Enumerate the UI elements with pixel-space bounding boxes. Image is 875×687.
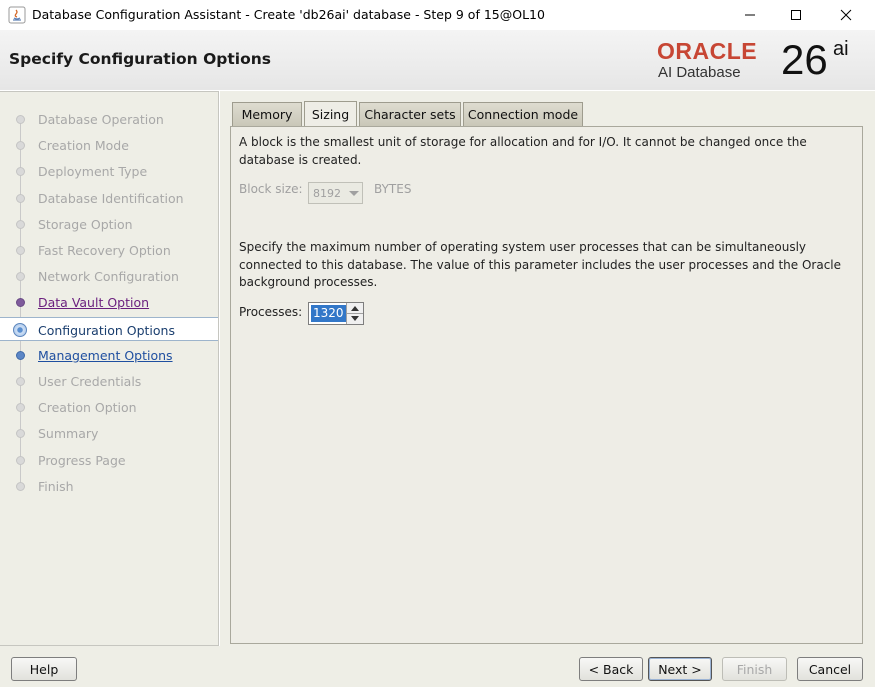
step-indicator-icon xyxy=(16,455,25,465)
maximize-icon xyxy=(791,10,801,20)
step-indicator-icon xyxy=(16,403,25,413)
tab-character-sets[interactable]: Character sets xyxy=(359,102,461,126)
cancel-button[interactable]: Cancel xyxy=(797,657,863,681)
close-icon xyxy=(840,9,852,21)
sizing-panel: A block is the smallest unit of storage … xyxy=(230,126,863,644)
page-header: Specify Configuration Options ORACLE AI … xyxy=(0,30,875,90)
logo-version-sup: ai xyxy=(833,38,849,60)
next-label: Next > xyxy=(658,661,702,677)
processes-spinner[interactable]: 1320 xyxy=(308,302,364,325)
block-size-description: A block is the smallest unit of storage … xyxy=(239,135,807,167)
step-creation-mode: Creation Mode xyxy=(0,133,218,157)
tab-memory[interactable]: Memory xyxy=(232,102,302,126)
help-label: Help xyxy=(29,661,59,677)
step-label: Creation Option xyxy=(38,400,137,416)
tab-character-sets-label: Character sets xyxy=(364,107,456,122)
step-label: User Credentials xyxy=(38,374,142,389)
step-indicator-icon xyxy=(16,141,25,151)
help-button[interactable]: Help xyxy=(11,657,77,681)
processes-description: Specify the maximum number of operating … xyxy=(239,240,842,289)
step-label: Data Vault Option xyxy=(38,295,150,311)
spinner-buttons xyxy=(346,303,363,324)
step-label: Deployment Type xyxy=(38,164,148,180)
step-summary: Summary xyxy=(0,421,218,445)
oracle-logo: ORACLE AI Database 26 ai xyxy=(657,38,867,86)
step-indicator-icon xyxy=(16,350,25,360)
step-creation-option: Creation Option xyxy=(0,395,218,419)
step-network-configuration: Network Configuration xyxy=(0,264,218,288)
step-fast-recovery-option: Fast Recovery Option xyxy=(0,238,218,262)
step-label: Management Options xyxy=(38,347,173,363)
block-size-unit: BYTES xyxy=(374,182,412,196)
finish-button: Finish xyxy=(722,657,787,681)
block-size-select: 8192 xyxy=(308,182,363,204)
logo-version: 26 xyxy=(781,36,828,83)
step-data-vault-option[interactable]: Data Vault Option xyxy=(0,290,218,314)
step-database-identification: Database Identification xyxy=(0,186,218,210)
step-indicator-icon xyxy=(16,167,25,177)
step-label: Storage Option xyxy=(38,216,133,232)
back-label: < Back xyxy=(588,661,634,677)
step-management-options[interactable]: Management Options xyxy=(0,343,218,367)
window-titlebar: Database Configuration Assistant - Creat… xyxy=(0,0,875,30)
tab-connection-mode[interactable]: Connection mode xyxy=(463,102,583,126)
step-label: Finish xyxy=(38,478,74,494)
back-button[interactable]: < Back xyxy=(579,657,643,681)
step-finish: Finish xyxy=(0,474,218,498)
step-label: Database Identification xyxy=(38,190,184,206)
tab-memory-label: Memory xyxy=(241,107,293,122)
block-size-label: Block size: xyxy=(239,182,303,196)
step-label: Creation Mode xyxy=(38,138,129,154)
step-label: Summary xyxy=(38,426,99,442)
block-size-value: 8192 xyxy=(313,187,341,200)
logo-brand: ORACLE xyxy=(657,38,758,64)
page-title: Specify Configuration Options xyxy=(9,50,272,68)
step-indicator-icon xyxy=(13,322,27,337)
step-indicator-icon xyxy=(16,481,25,491)
processes-label: Processes: xyxy=(239,305,303,319)
cancel-label: Cancel xyxy=(808,661,852,677)
logo-product: AI Database xyxy=(658,64,741,81)
next-button[interactable]: Next > xyxy=(648,657,712,681)
step-database-operation: Database Operation xyxy=(0,107,218,131)
step-label: Database Operation xyxy=(38,112,164,127)
tab-sizing[interactable]: Sizing xyxy=(304,101,357,127)
finish-label: Finish xyxy=(736,661,773,677)
tab-sizing-label: Sizing xyxy=(311,107,350,122)
step-indicator-icon xyxy=(16,219,25,229)
spinner-down-icon[interactable] xyxy=(351,316,359,321)
step-label: Configuration Options xyxy=(38,322,175,338)
step-configuration-options[interactable]: Configuration Options xyxy=(0,316,218,341)
window-title: Database Configuration Assistant - Creat… xyxy=(32,7,545,22)
main-content: Memory Sizing Character sets Connection … xyxy=(220,91,875,646)
step-deployment-type: Deployment Type xyxy=(0,159,218,183)
step-indicator-icon xyxy=(16,193,25,203)
processes-input[interactable]: 1320 xyxy=(311,305,346,322)
wizard-footer: Help < Back Next > Finish Cancel xyxy=(0,646,875,687)
close-button[interactable] xyxy=(823,0,869,30)
chevron-down-icon xyxy=(349,191,359,196)
step-indicator-icon xyxy=(16,298,25,308)
minimize-icon xyxy=(745,14,755,16)
tab-connection-mode-label: Connection mode xyxy=(467,107,579,122)
step-label: Fast Recovery Option xyxy=(38,243,171,258)
step-label: Network Configuration xyxy=(38,269,179,285)
step-navigator: Database Operation Creation Mode Deploymen… xyxy=(0,91,219,646)
minimize-button[interactable] xyxy=(727,0,773,30)
step-label: Progress Page xyxy=(38,452,126,468)
step-storage-option: Storage Option xyxy=(0,212,218,236)
step-indicator-icon xyxy=(16,115,25,124)
spinner-up-icon[interactable] xyxy=(351,306,359,311)
step-indicator-icon xyxy=(16,272,25,282)
step-indicator-icon xyxy=(16,377,25,386)
step-indicator-icon xyxy=(16,246,25,255)
spinner-divider xyxy=(347,313,363,314)
step-user-credentials: User Credentials xyxy=(0,369,218,393)
step-indicator-icon xyxy=(16,429,25,439)
java-app-icon xyxy=(8,6,26,24)
maximize-button[interactable] xyxy=(773,0,819,30)
step-progress-page: Progress Page xyxy=(0,448,218,472)
